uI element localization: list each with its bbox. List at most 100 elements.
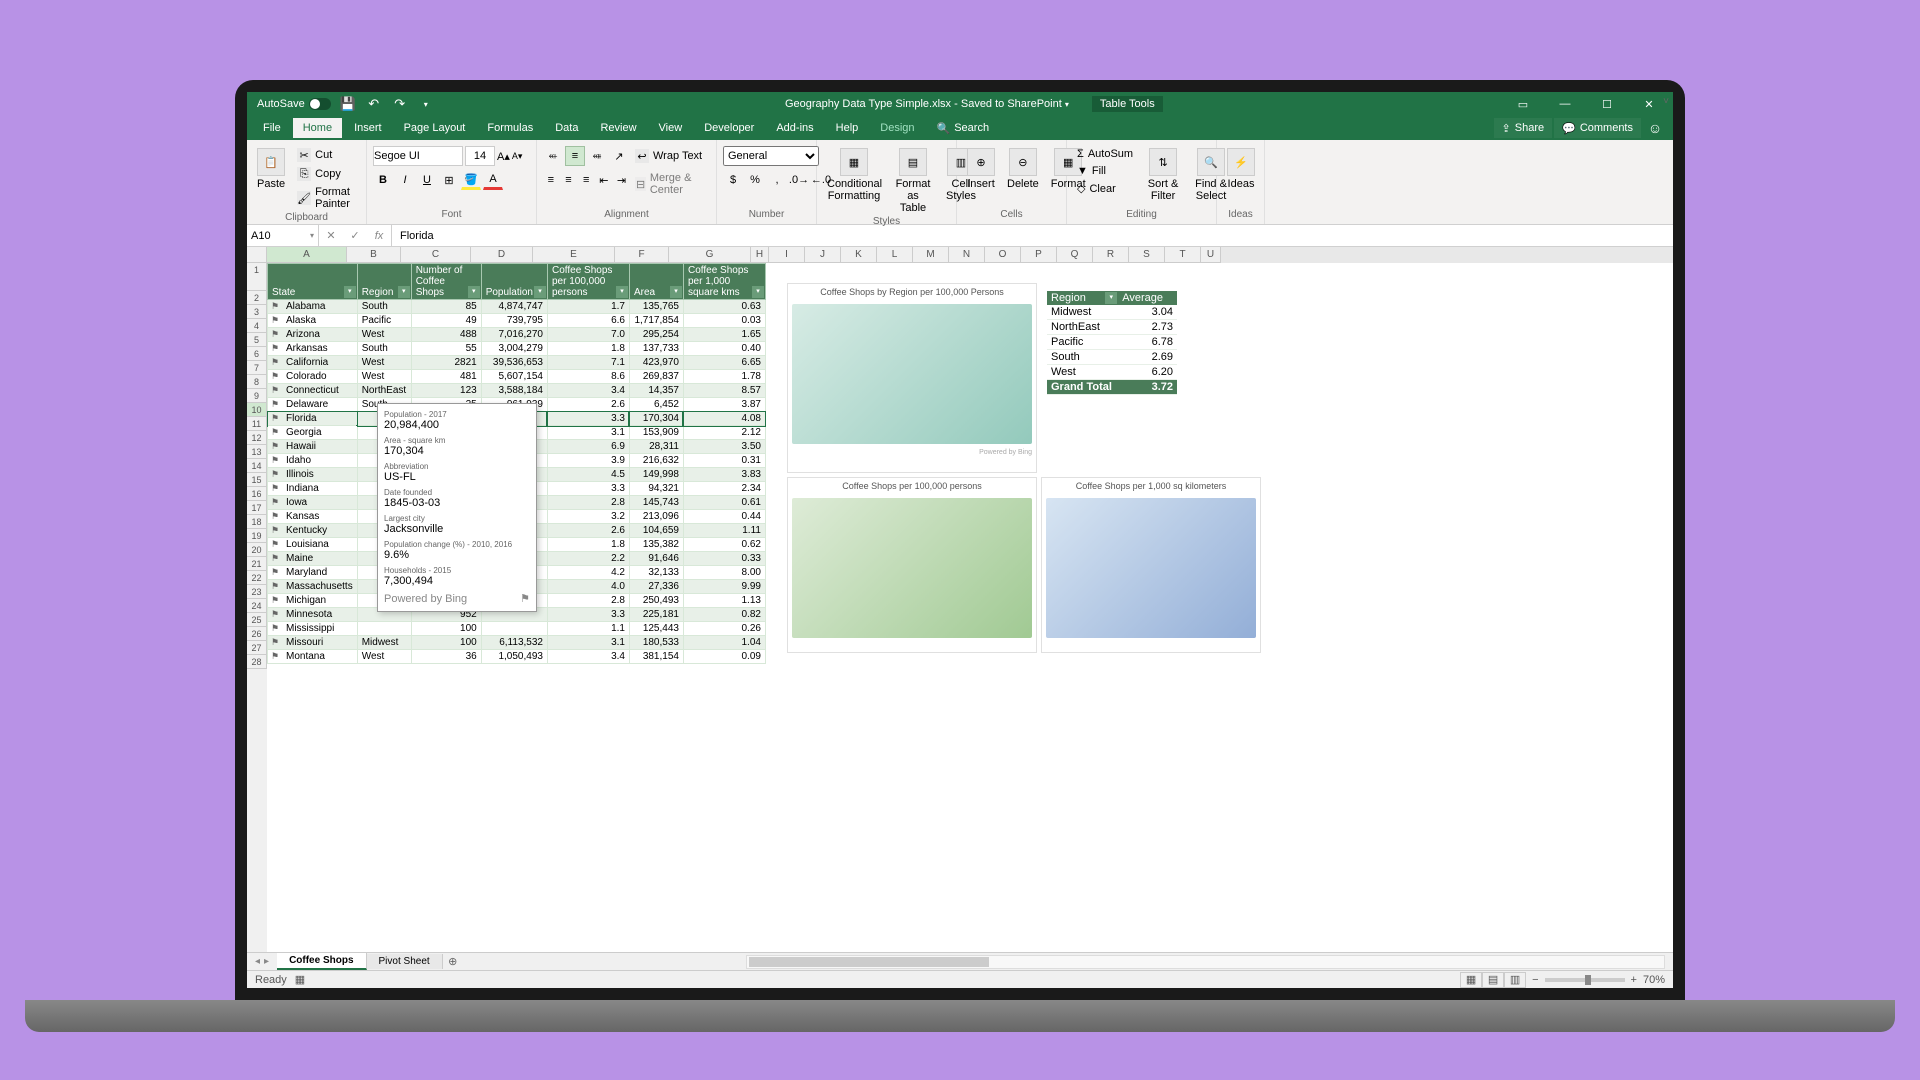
zoom-percent[interactable]: 70%: [1643, 974, 1665, 986]
column-header[interactable]: R: [1093, 247, 1129, 263]
feedback-icon[interactable]: ☺: [1643, 120, 1667, 136]
table-cell[interactable]: Arkansas: [268, 342, 358, 356]
insert-cells-button[interactable]: ⊕Insert: [963, 146, 999, 192]
table-cell[interactable]: 8.57: [683, 384, 765, 398]
table-cell[interactable]: 2.8: [547, 594, 629, 608]
tab-help[interactable]: Help: [826, 118, 869, 138]
tab-page-layout[interactable]: Page Layout: [394, 118, 476, 138]
filter-dropdown-icon[interactable]: ▾: [616, 286, 628, 298]
table-cell[interactable]: Pacific: [357, 314, 411, 328]
column-header[interactable]: S: [1129, 247, 1165, 263]
table-cell[interactable]: 488: [411, 328, 481, 342]
filter-dropdown-icon[interactable]: ▾: [398, 286, 410, 298]
pivot-table[interactable]: Region▾AverageMidwest3.04NorthEast2.73Pa…: [1047, 291, 1177, 395]
table-cell[interactable]: 0.63: [683, 300, 765, 314]
table-cell[interactable]: 381,154: [629, 650, 683, 664]
percent-icon[interactable]: %: [745, 170, 765, 190]
column-header[interactable]: P: [1021, 247, 1057, 263]
table-cell[interactable]: 4,874,747: [481, 300, 547, 314]
table-cell[interactable]: 3,588,184: [481, 384, 547, 398]
column-header[interactable]: B: [347, 247, 401, 263]
table-cell[interactable]: 2.6: [547, 398, 629, 412]
table-row[interactable]: ColoradoWest4815,607,1548.6269,8371.78: [268, 370, 766, 384]
tab-design[interactable]: Design: [870, 118, 924, 138]
column-header[interactable]: J: [805, 247, 841, 263]
column-header[interactable]: I: [769, 247, 805, 263]
font-name-input[interactable]: [373, 146, 463, 166]
table-header[interactable]: Population▾: [481, 264, 547, 300]
column-header[interactable]: O: [985, 247, 1021, 263]
table-cell[interactable]: Georgia: [268, 426, 358, 440]
zoom-out-icon[interactable]: −: [1532, 974, 1538, 986]
flag-icon[interactable]: ⚑: [520, 592, 530, 605]
pivot-row[interactable]: NorthEast2.73: [1047, 320, 1177, 335]
tab-formulas[interactable]: Formulas: [477, 118, 543, 138]
table-cell[interactable]: Kentucky: [268, 524, 358, 538]
table-cell[interactable]: 135,765: [629, 300, 683, 314]
table-cell[interactable]: Montana: [268, 650, 358, 664]
table-cell[interactable]: Maine: [268, 552, 358, 566]
row-header[interactable]: 18: [247, 515, 267, 529]
pivot-row[interactable]: West6.20: [1047, 365, 1177, 380]
table-cell[interactable]: 0.09: [683, 650, 765, 664]
table-cell[interactable]: 32,133: [629, 566, 683, 580]
table-cell[interactable]: Missouri: [268, 636, 358, 650]
table-cell[interactable]: 7.0: [547, 328, 629, 342]
table-cell[interactable]: 0.03: [683, 314, 765, 328]
align-top-icon[interactable]: ⬴: [543, 146, 563, 166]
sort-filter-button[interactable]: ⇅Sort & Filter: [1141, 146, 1185, 204]
row-header[interactable]: 28: [247, 655, 267, 669]
sheet-nav-prev-icon[interactable]: ◂: [255, 956, 260, 967]
column-header[interactable]: E: [533, 247, 615, 263]
column-header[interactable]: A: [267, 247, 347, 263]
table-cell[interactable]: 4.0: [547, 580, 629, 594]
normal-view-icon[interactable]: ▦: [1460, 972, 1482, 988]
add-sheet-button[interactable]: ⊕: [443, 955, 463, 968]
row-header[interactable]: 22: [247, 571, 267, 585]
row-header[interactable]: 1: [247, 263, 267, 291]
table-cell[interactable]: 3.50: [683, 440, 765, 454]
table-cell[interactable]: 135,382: [629, 538, 683, 552]
table-cell[interactable]: Alabama: [268, 300, 358, 314]
table-cell[interactable]: 739,795: [481, 314, 547, 328]
macro-record-icon[interactable]: ▦: [295, 973, 305, 986]
table-cell[interactable]: Arizona: [268, 328, 358, 342]
table-row[interactable]: CaliforniaWest282139,536,6537.1423,9706.…: [268, 356, 766, 370]
table-cell[interactable]: 0.44: [683, 510, 765, 524]
row-header[interactable]: 15: [247, 473, 267, 487]
orientation-icon[interactable]: ↗: [609, 146, 629, 166]
table-cell[interactable]: Indiana: [268, 482, 358, 496]
table-cell[interactable]: 0.33: [683, 552, 765, 566]
cut-button[interactable]: ✂Cut: [293, 146, 360, 164]
column-header[interactable]: D: [471, 247, 533, 263]
table-header[interactable]: Number of Coffee Shops▾: [411, 264, 481, 300]
table-cell[interactable]: 100: [411, 622, 481, 636]
table-cell[interactable]: 2.8: [547, 496, 629, 510]
comments-button[interactable]: 💬 Comments: [1554, 118, 1641, 138]
autosave-toggle[interactable]: AutoSave: [257, 98, 331, 110]
table-cell[interactable]: 213,096: [629, 510, 683, 524]
table-header[interactable]: Coffee Shops per 1,000 square kms▾: [683, 264, 765, 300]
zoom-slider[interactable]: [1545, 978, 1625, 982]
table-cell[interactable]: 3.83: [683, 468, 765, 482]
save-icon[interactable]: 💾: [339, 95, 357, 113]
table-row[interactable]: ConnecticutNorthEast1233,588,1843.414,35…: [268, 384, 766, 398]
table-cell[interactable]: 1.7: [547, 300, 629, 314]
autosum-button[interactable]: Σ AutoSum: [1073, 146, 1137, 162]
table-cell[interactable]: 2821: [411, 356, 481, 370]
column-header[interactable]: U: [1201, 247, 1221, 263]
tab-data[interactable]: Data: [545, 118, 588, 138]
table-cell[interactable]: California: [268, 356, 358, 370]
column-header[interactable]: Q: [1057, 247, 1093, 263]
table-cell[interactable]: 49: [411, 314, 481, 328]
map-chart-per-persons[interactable]: Coffee Shops per 100,000 persons: [787, 477, 1037, 653]
table-cell[interactable]: 8.6: [547, 370, 629, 384]
table-cell[interactable]: 153,909: [629, 426, 683, 440]
table-header[interactable]: Region▾: [357, 264, 411, 300]
table-cell[interactable]: 100: [411, 636, 481, 650]
table-cell[interactable]: 4.5: [547, 468, 629, 482]
sheet-tab-coffee-shops[interactable]: Coffee Shops: [277, 953, 366, 970]
page-layout-view-icon[interactable]: ▤: [1482, 972, 1504, 988]
merge-center-button[interactable]: ⊟Merge & Center: [631, 170, 712, 198]
table-cell[interactable]: Massachusetts: [268, 580, 358, 594]
